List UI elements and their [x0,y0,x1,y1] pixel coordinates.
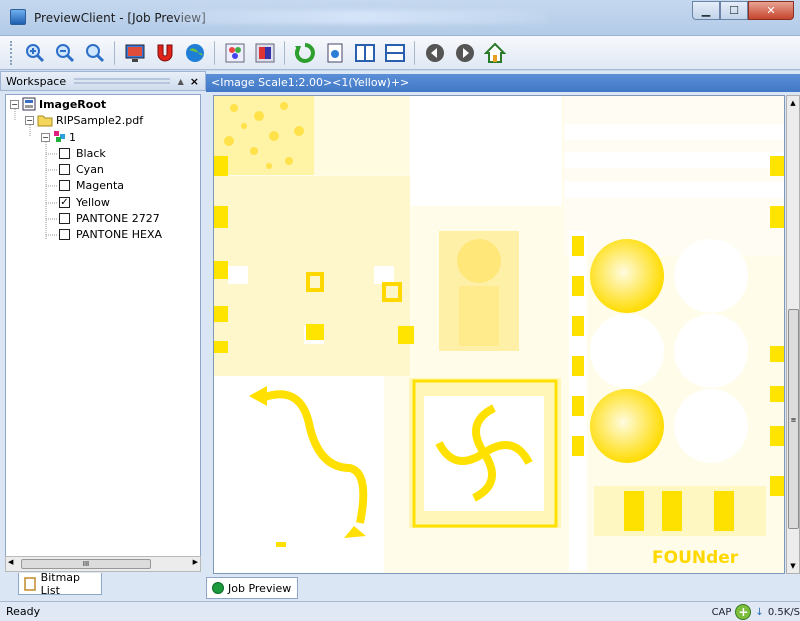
founder-logo-text: FOUNder [652,548,739,568]
preview-header: <Image Scale1:2.00><1(Yellow)+> [206,74,800,92]
separation-label: Yellow [76,196,110,209]
tree-node-separation[interactable]: ✓ Yellow [59,196,110,209]
tab-job-preview-label: Job Preview [228,581,292,595]
separation-checkbox-checked[interactable]: ✓ [59,197,70,208]
monitor-icon[interactable] [123,41,147,65]
tree-node-separation[interactable]: PANTONE HEXA [59,228,162,241]
previous-icon[interactable] [423,41,447,65]
zoom-in-icon[interactable] [23,41,47,65]
document-icon [24,576,36,591]
tree-label-page: 1 [69,130,76,144]
preview-area: <Image Scale1:2.00><1(Yellow)+> FOUNder … [206,71,800,601]
toolbar-separator [284,40,286,65]
yellow-separation-image: FOUNder [214,96,784,573]
status-right-area: CAP + ↓ 0.5K/S [712,604,800,620]
window-controls: ▁ ☐ ✕ [692,1,794,20]
workspace-panel: Workspace ▲ × − ImageRoot − RIPSample2.p… [0,71,206,601]
status-text: Ready [6,605,41,618]
separation-checkbox[interactable] [59,180,70,191]
preview-vertical-scrollbar[interactable]: ▲ ≡ ▼ [786,95,800,574]
separations-icon [54,131,65,142]
tree-horizontal-scrollbar[interactable]: ◀ III ▶ [5,556,201,572]
caps-lock-indicator: CAP [711,606,732,618]
collapse-toggle[interactable]: − [10,99,19,109]
image-root-icon [22,97,36,111]
separation-label: Magenta [76,179,125,192]
title-blurred-region [178,10,548,24]
tree-node-separation[interactable]: Magenta [59,179,124,192]
zoom-fit-icon[interactable] [83,41,107,65]
network-monitor-icon: + [735,604,752,620]
scroll-down-icon[interactable]: ▼ [787,559,799,573]
title-bar: PreviewClient - [Job Preview] ▁ ☐ ✕ [0,0,800,36]
collapse-toggle[interactable]: − [25,115,34,125]
toolbar-separator [114,40,116,65]
globe-icon[interactable] [183,41,207,65]
separation-label: Cyan [76,163,104,176]
preview-canvas[interactable]: FOUNder [213,95,785,574]
pin-icon[interactable]: ▲ [178,77,184,86]
scroll-right-icon[interactable]: ▶ [193,558,198,566]
color-picker-icon[interactable] [253,41,277,65]
collapse-toggle[interactable]: − [41,132,50,142]
separation-checkbox[interactable] [59,229,70,240]
toolbar [0,36,800,70]
network-speed: 0.5K/S [767,606,800,618]
next-icon[interactable] [453,41,477,65]
refresh-icon[interactable] [293,41,317,65]
workspace-header-grip[interactable] [74,78,170,84]
separation-checkbox[interactable] [59,148,70,159]
magnet-icon[interactable] [153,41,177,65]
toolbar-grip[interactable] [10,40,14,65]
maximize-button[interactable]: ☐ [720,1,748,20]
tree-label-file: RIPSample2.pdf [56,113,144,127]
folder-icon [37,115,53,127]
workspace-header: Workspace ▲ × [0,71,206,91]
tree-node-root[interactable]: − ImageRoot [10,97,106,111]
home-icon[interactable] [483,41,507,65]
app-icon [10,9,26,25]
tree-node-page[interactable]: − 1 [41,130,76,144]
tree-label-root: ImageRoot [39,97,107,111]
scroll-up-icon[interactable]: ▲ [787,96,799,110]
scrollbar-thumb[interactable]: ≡ [788,309,799,529]
tree-node-file[interactable]: − RIPSample2.pdf [25,113,143,127]
tree-node-separation[interactable]: Black [59,147,106,160]
split-vertical-icon[interactable] [353,41,377,65]
color-grid-icon[interactable] [223,41,247,65]
separation-label: PANTONE HEXA [76,228,163,241]
separation-checkbox[interactable] [59,213,70,224]
separation-checkbox[interactable] [59,164,70,175]
tab-job-preview[interactable]: Job Preview [206,577,298,599]
tab-bitmap-list-label: Bitmap List [40,570,81,597]
scroll-left-icon[interactable]: ◀ [8,558,13,566]
tree-node-separation[interactable]: Cyan [59,163,104,176]
job-preview-icon [212,582,224,594]
zoom-out-icon[interactable] [53,41,77,65]
split-horizontal-icon[interactable] [383,41,407,65]
scrollbar-thumb[interactable]: III [21,559,151,569]
workspace-tree: − ImageRoot − RIPSample2.pdf − 1 Black C… [5,94,201,568]
workspace-title: Workspace [6,74,67,88]
status-bar: Ready CAP + ↓ 0.5K/S [0,601,800,621]
tab-bitmap-list[interactable]: Bitmap List [18,570,102,597]
close-button[interactable]: ✕ [748,1,794,20]
minimize-button[interactable]: ▁ [692,1,720,20]
workspace-close-button[interactable]: × [190,75,199,88]
separation-label: PANTONE 2727 [76,212,160,225]
tree-node-separation[interactable]: PANTONE 2727 [59,212,160,225]
separation-label: Black [76,147,106,160]
page-icon[interactable] [323,41,347,65]
toolbar-separator [414,40,416,65]
download-arrow-icon: ↓ [755,606,764,618]
toolbar-separator [214,40,216,65]
